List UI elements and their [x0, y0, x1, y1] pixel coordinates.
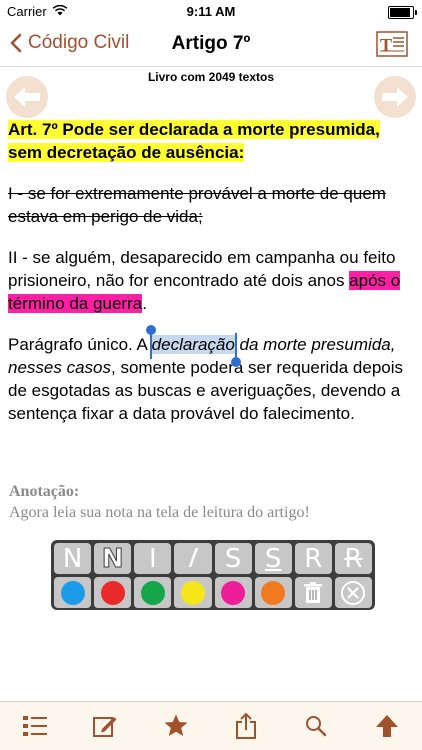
bold-button[interactable]: N — [94, 543, 132, 574]
arrow-left-icon — [14, 87, 40, 107]
format-toolbar: N N I I S S R R — [51, 540, 375, 610]
arrow-right-icon — [382, 87, 408, 107]
article-paragraph: Parágrafo único. A declaração da morte p… — [8, 325, 414, 425]
text-format-button[interactable]: T — [376, 30, 408, 58]
article-item-2: II - se alguém, desaparecido em campanha… — [8, 248, 401, 313]
article-body: Art. 7º Pode ser declarada a morte presu… — [8, 118, 414, 443]
color-pink-button[interactable] — [214, 577, 252, 608]
color-red-button[interactable] — [94, 577, 132, 608]
underline-button[interactable]: S — [254, 543, 292, 574]
color-row — [54, 577, 372, 608]
page-title: Artigo 7º — [171, 33, 251, 54]
battery-icon — [388, 6, 417, 19]
share-icon — [236, 712, 257, 739]
article-heading: Art. 7º Pode ser declarada a morte presu… — [8, 120, 380, 162]
search-icon — [306, 716, 327, 737]
color-yellow-button[interactable] — [174, 577, 212, 608]
star-icon — [164, 714, 188, 736]
annotation-label: Anotação: — [9, 483, 80, 500]
favorite-tab[interactable] — [160, 710, 192, 742]
share-tab[interactable] — [230, 710, 262, 742]
text-selection[interactable]: declaração — [145, 325, 241, 367]
remove-italic-button[interactable]: I — [134, 543, 172, 574]
note-tab[interactable] — [89, 710, 121, 742]
normal-style-button[interactable]: N — [54, 543, 92, 574]
annotation-text: Agora leia sua nota na tela de leitura d… — [9, 504, 310, 521]
scroll-top-tab[interactable] — [371, 710, 403, 742]
next-article-button[interactable] — [374, 76, 416, 118]
previous-article-button[interactable] — [6, 76, 48, 118]
text-format-icon: T — [376, 31, 408, 57]
orange-swatch — [261, 580, 286, 605]
red-swatch — [100, 580, 125, 605]
color-orange-button[interactable] — [254, 577, 292, 608]
strikethrough-button[interactable]: R — [334, 543, 372, 574]
clear-format-button[interactable] — [334, 577, 372, 608]
blue-swatch — [60, 580, 85, 605]
trash-icon — [304, 581, 323, 603]
style-row: N N I I S S R R — [54, 543, 372, 574]
navigation-bar: Código Civil Artigo 7º T — [0, 24, 422, 67]
article-item-1: I - se for extremamente provável a morte… — [8, 184, 386, 226]
color-blue-button[interactable] — [54, 577, 92, 608]
svg-text:T: T — [380, 35, 392, 55]
index-tab[interactable] — [19, 710, 51, 742]
edit-note-icon — [93, 717, 117, 737]
clock: 9:11 AM — [186, 4, 236, 19]
book-count-label: Livro com 2049 textos — [147, 70, 275, 84]
green-swatch — [140, 580, 165, 605]
selection-start-handle[interactable] — [145, 325, 156, 359]
pink-swatch — [221, 580, 246, 605]
bottom-toolbar — [0, 701, 422, 750]
color-green-button[interactable] — [134, 577, 172, 608]
annotation: Anotação: Agora leia sua nota na tela de… — [9, 481, 413, 523]
up-arrow-icon — [375, 715, 398, 737]
clear-icon — [341, 580, 366, 605]
search-tab[interactable] — [300, 710, 332, 742]
delete-highlight-button[interactable] — [294, 577, 332, 608]
italic-button[interactable]: I — [174, 543, 212, 574]
list-icon — [23, 716, 48, 736]
yellow-swatch — [180, 580, 205, 605]
remove-underline-button[interactable]: S — [214, 543, 252, 574]
status-bar: Carrier 9:11 AM — [0, 0, 422, 24]
selection-end-handle[interactable] — [230, 333, 241, 367]
remove-strike-button[interactable]: R — [294, 543, 332, 574]
